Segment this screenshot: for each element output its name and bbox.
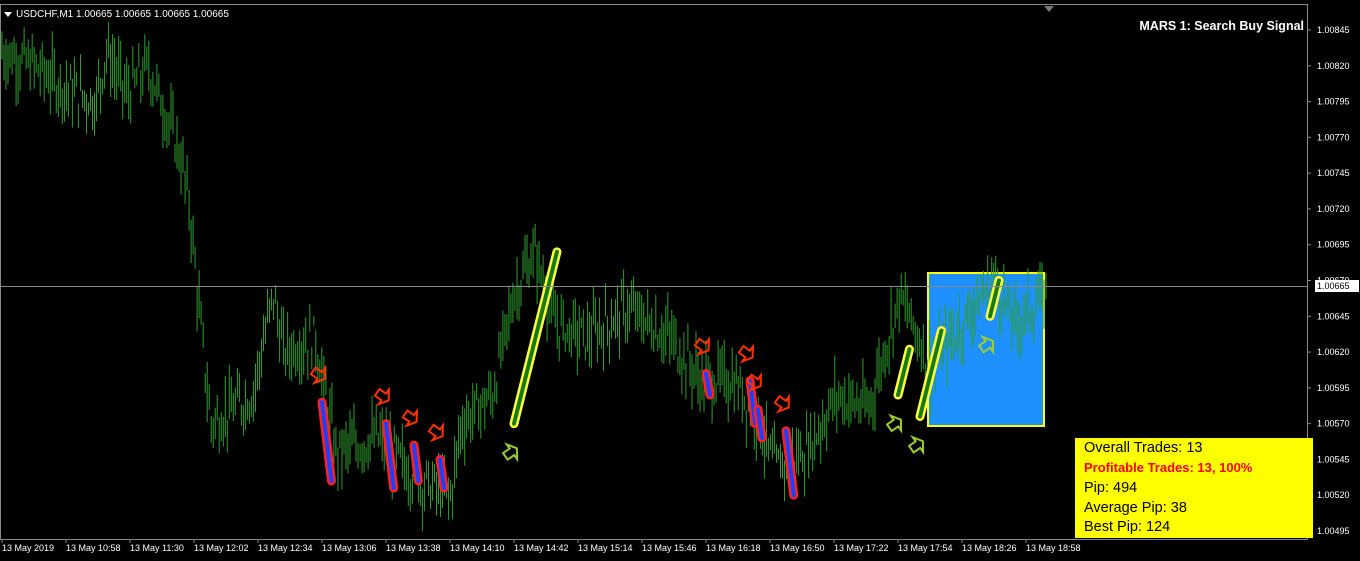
x-tick-label: 13 May 2019 — [2, 543, 54, 553]
y-tick-label: 1.00720 — [1317, 204, 1350, 214]
average-pip: Average Pip: 38 — [1084, 500, 1187, 516]
x-tick-label: 13 May 13:38 — [386, 543, 441, 553]
indicator-title: MARS 1: Search Buy Signal — [1139, 19, 1304, 33]
buy-arrow-icon — [907, 435, 925, 456]
y-tick-label: 1.00620 — [1317, 347, 1350, 357]
y-tick-label: 1.00545 — [1317, 454, 1350, 464]
x-tick-label: 13 May 15:46 — [642, 543, 697, 553]
x-tick-label: 13 May 13:06 — [322, 543, 377, 553]
x-tick-label: 13 May 12:34 — [258, 543, 313, 553]
y-tick-label: 1.00745 — [1317, 168, 1350, 178]
buy-arrow-icon — [885, 413, 903, 434]
buy-arrow-icon — [501, 442, 519, 463]
buy-signal-core — [512, 249, 559, 426]
x-tick-label: 13 May 14:42 — [514, 543, 569, 553]
x-tick-label: 13 May 12:02 — [194, 543, 249, 553]
sell-arrow-icon — [773, 393, 790, 414]
dropdown-icon[interactable] — [4, 11, 12, 17]
chart-shift-marker-icon[interactable] — [1044, 6, 1054, 12]
y-tick-label: 1.00595 — [1317, 383, 1350, 393]
x-tick-label: 13 May 17:22 — [834, 543, 889, 553]
x-tick-label: 13 May 15:14 — [578, 543, 633, 553]
chart-window[interactable]: 1.00845 1.00820 1.00795 1.00770 1.00745 1.007… — [0, 0, 1360, 561]
y-tick-label: 1.00820 — [1317, 61, 1350, 71]
x-tick-label: 13 May 17:54 — [898, 543, 953, 553]
y-tick-label: 1.00795 — [1317, 97, 1350, 107]
sell-arrow-icon — [427, 422, 444, 443]
x-tick-label: 13 May 11:30 — [130, 543, 184, 553]
sell-arrow-icon — [309, 364, 326, 385]
x-tick-label: 13 May 14:10 — [450, 543, 505, 553]
x-tick-label: 13 May 16:18 — [706, 543, 761, 553]
x-axis: 13 May 2019 13 May 10:58 13 May 11:30 13 Ma… — [1, 539, 1081, 553]
x-tick-label: 13 May 18:58 — [1026, 543, 1081, 553]
x-tick-label: 13 May 16:50 — [770, 543, 825, 553]
current-price-tag: 1.00665 — [1315, 280, 1359, 292]
y-tick-label: 1.00570 — [1317, 419, 1350, 429]
symbol-header[interactable]: USDCHF,M1 1.00665 1.00665 1.00665 1.0066… — [4, 9, 229, 20]
y-tick-label: 1.00695 — [1317, 240, 1350, 250]
y-tick-label: 1.00845 — [1317, 25, 1350, 35]
sell-arrow-icon — [693, 336, 710, 357]
sell-arrow-icon — [373, 386, 390, 407]
y-tick-label: 1.00770 — [1317, 132, 1350, 142]
profitable-trades: Profitable Trades: 13, 100% — [1084, 460, 1253, 475]
x-tick-label: 13 May 18:26 — [962, 543, 1017, 553]
overall-trades: Overall Trades: 13 — [1084, 440, 1203, 456]
y-tick-label: 1.00495 — [1317, 526, 1350, 536]
x-tick-label: 13 May 10:58 — [66, 543, 121, 553]
candles-layer — [1, 22, 1047, 532]
signals-layer — [309, 247, 1004, 500]
sell-arrow-icon — [737, 343, 754, 364]
pip-total: Pip: 494 — [1084, 480, 1138, 496]
best-pip: Best Pip: 124 — [1084, 519, 1171, 535]
symbol-info: USDCHF,M1 1.00665 1.00665 1.00665 1.0066… — [16, 9, 229, 20]
stats-panel: Overall Trades: 13 Profitable Trades: 13… — [1075, 438, 1313, 538]
y-tick-label: 1.00520 — [1317, 490, 1350, 500]
sell-arrow-icon — [401, 407, 418, 428]
y-tick-label: 1.00645 — [1317, 311, 1350, 321]
